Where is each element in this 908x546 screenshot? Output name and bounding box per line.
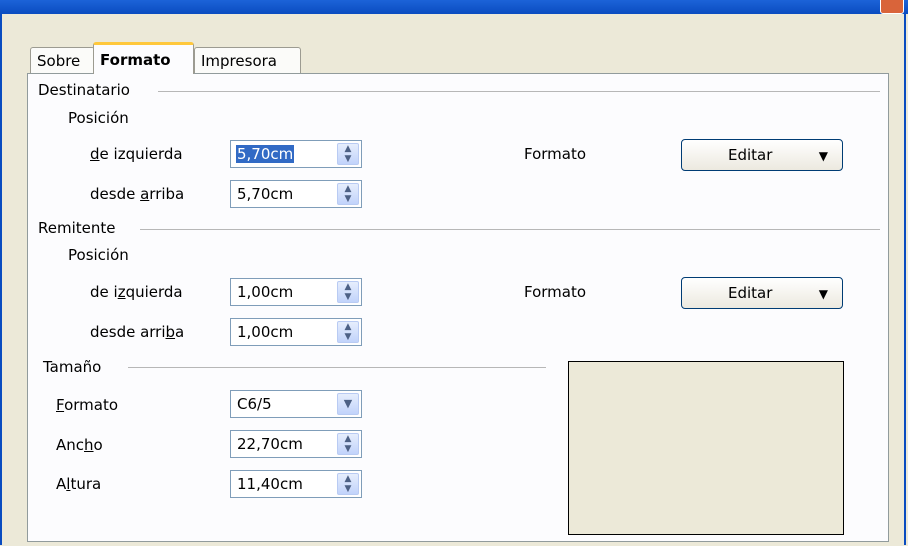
remitente-position-label: Posición bbox=[68, 246, 129, 264]
destinatario-left-spinbox[interactable]: 5,70cm ▲ ▼ bbox=[230, 140, 362, 168]
envelope-preview bbox=[568, 361, 844, 535]
size-width-value[interactable]: 22,70cm bbox=[237, 435, 303, 453]
destinatario-top-value[interactable]: 5,70cm bbox=[237, 185, 293, 203]
dialog-body: Sobre Formato Impresora Destinatario Pos… bbox=[0, 14, 906, 545]
remitente-top-spinbox[interactable]: 1,00cm ▲ ▼ bbox=[230, 318, 362, 346]
remitente-heading: Remitente bbox=[38, 219, 116, 237]
size-format-label: Formato bbox=[56, 396, 119, 414]
destinatario-left-value[interactable]: 5,70cm bbox=[236, 145, 295, 163]
remitente-separator bbox=[140, 229, 880, 230]
window-titlebar bbox=[0, 0, 908, 14]
tab-impresora-label: Impresora bbox=[201, 52, 277, 70]
size-format-combobox[interactable]: C6/5 ▼ bbox=[230, 390, 362, 418]
remitente-left-value[interactable]: 1,00cm bbox=[237, 283, 293, 301]
triangle-down-icon: ▼ bbox=[818, 287, 828, 301]
spin-updown-icon[interactable]: ▲ ▼ bbox=[337, 183, 359, 205]
tab-impresora[interactable]: Impresora bbox=[194, 47, 301, 73]
tamano-separator bbox=[128, 367, 546, 368]
tamano-heading: Tamaño bbox=[43, 358, 102, 376]
remitente-left-label: de izquierda bbox=[90, 283, 183, 301]
size-height-label: Altura bbox=[56, 475, 102, 493]
formato-panel: Destinatario Posición de izquierda 5,70c… bbox=[27, 73, 889, 542]
remitente-top-value[interactable]: 1,00cm bbox=[237, 323, 293, 341]
destinatario-edit-button[interactable]: Editar ▼ bbox=[681, 139, 843, 171]
remitente-top-label: desde arriba bbox=[90, 323, 185, 341]
remitente-edit-button[interactable]: Editar ▼ bbox=[681, 277, 843, 309]
tab-formato[interactable]: Formato bbox=[93, 42, 194, 74]
spin-updown-icon[interactable]: ▲ ▼ bbox=[337, 143, 359, 165]
tab-formato-label: Formato bbox=[100, 51, 171, 69]
remitente-left-spinbox[interactable]: 1,00cm ▲ ▼ bbox=[230, 278, 362, 306]
spin-updown-icon[interactable]: ▲ ▼ bbox=[337, 433, 359, 455]
close-button[interactable] bbox=[880, 0, 904, 14]
size-width-label: Ancho bbox=[56, 436, 103, 454]
destinatario-separator bbox=[158, 91, 880, 92]
remitente-format-label: Formato bbox=[524, 283, 587, 301]
spin-updown-icon[interactable]: ▲ ▼ bbox=[337, 321, 359, 343]
spin-updown-icon[interactable]: ▲ ▼ bbox=[337, 473, 359, 495]
destinatario-top-spinbox[interactable]: 5,70cm ▲ ▼ bbox=[230, 180, 362, 208]
size-height-spinbox[interactable]: 11,40cm ▲ ▼ bbox=[230, 470, 362, 498]
triangle-down-icon: ▼ bbox=[818, 149, 828, 163]
size-height-value[interactable]: 11,40cm bbox=[237, 475, 303, 493]
destinatario-heading: Destinatario bbox=[38, 81, 130, 99]
destinatario-top-label: desde arriba bbox=[90, 185, 185, 203]
size-width-spinbox[interactable]: 22,70cm ▲ ▼ bbox=[230, 430, 362, 458]
remitente-edit-label: Editar bbox=[728, 284, 773, 302]
chevron-down-icon[interactable]: ▼ bbox=[337, 393, 359, 415]
destinatario-left-label: de izquierda bbox=[90, 145, 183, 163]
size-format-value[interactable]: C6/5 bbox=[237, 395, 272, 413]
tab-sobre[interactable]: Sobre bbox=[30, 47, 95, 73]
tab-sobre-label: Sobre bbox=[37, 52, 81, 70]
destinatario-position-label: Posición bbox=[68, 109, 129, 127]
spin-updown-icon[interactable]: ▲ ▼ bbox=[337, 281, 359, 303]
destinatario-edit-label: Editar bbox=[728, 146, 773, 164]
destinatario-format-label: Formato bbox=[524, 145, 587, 163]
